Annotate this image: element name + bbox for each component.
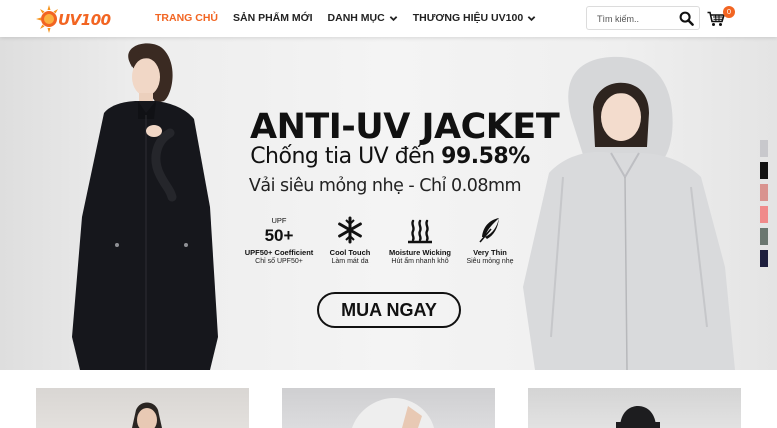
model-black-jacket-image	[72, 43, 218, 370]
hero-subline-value: 99.58%	[441, 144, 530, 169]
nav-home[interactable]: TRANG CHỦ	[155, 12, 218, 24]
search-input[interactable]	[597, 11, 677, 26]
feature-very-thin-desc: Siêu mỏng nhẹ	[466, 258, 514, 265]
product-image-1	[132, 402, 162, 428]
upf-badge-main: 50+	[265, 226, 294, 245]
product-card-3[interactable]	[528, 388, 741, 428]
feature-moisture: Moisture Wicking Hút ẩm nhanh khô	[380, 215, 460, 265]
chevron-down-icon	[527, 15, 536, 21]
feature-upf-desc: Chỉ số UPF50+	[255, 258, 303, 265]
product-image-2	[352, 398, 434, 428]
feather-icon	[479, 218, 499, 243]
color-swatch-1[interactable]	[760, 140, 768, 157]
feature-moisture-desc: Hút ẩm nhanh khô	[391, 258, 449, 265]
feature-moisture-title: Moisture Wicking	[388, 248, 452, 257]
color-swatch-3[interactable]	[760, 184, 768, 201]
product-card-2[interactable]	[282, 388, 495, 428]
product-cards-row	[0, 370, 777, 428]
nav-brand-label: THƯƠNG HIỆU UV100	[412, 12, 524, 24]
hero-thin-line: Vải siêu mỏng nhẹ - Chỉ 0.08mm	[248, 176, 522, 196]
model-white-jacket-image	[523, 56, 735, 370]
chevron-down-icon	[389, 15, 398, 21]
nav-categories[interactable]: DANH MỤC	[328, 12, 398, 24]
feature-very-thin-title: Very Thin	[473, 248, 507, 257]
search-icon[interactable]	[679, 11, 694, 26]
feature-cool-touch-title: Cool Touch	[329, 248, 371, 257]
snowflake-icon	[338, 216, 362, 244]
product-card-1[interactable]	[36, 388, 249, 428]
hero-subline: Chống tia UV đến 99.58%	[240, 144, 540, 169]
product-image-3	[616, 406, 660, 428]
feature-upf: UPF 50+ UPF50+ Coefficient Chỉ số UPF50+	[239, 215, 319, 265]
nav-brand[interactable]: THƯƠNG HIỆU UV100	[413, 12, 536, 24]
hero-banner[interactable]: ANTI-UV JACKET Chống tia UV đến 99.58% V…	[0, 37, 777, 370]
color-swatch-4[interactable]	[760, 206, 768, 223]
site-header: UV100 TRANG CHỦ SẢN PHẨM MỚI DANH MỤC TH…	[0, 0, 777, 37]
main-nav: TRANG CHỦ SẢN PHẨM MỚI DANH MỤC THƯƠNG H…	[155, 12, 551, 24]
cart-count-badge: 0	[723, 6, 735, 18]
feature-cool-touch: Cool Touch Làm mát da	[310, 215, 390, 265]
color-swatch-6[interactable]	[760, 250, 768, 267]
color-swatches	[760, 140, 768, 272]
upf50-icon: UPF 50+	[265, 216, 294, 245]
feature-upf-title: UPF50+ Coefficient	[244, 248, 314, 257]
color-swatch-2[interactable]	[760, 162, 768, 179]
color-swatch-5[interactable]	[760, 228, 768, 245]
feature-very-thin: Very Thin Siêu mỏng nhẹ	[450, 215, 530, 265]
feature-cool-touch-desc: Làm mát da	[331, 258, 369, 265]
upf-badge-top: UPF	[272, 216, 287, 225]
hero-headline: ANTI-UV JACKET	[250, 107, 560, 147]
nav-home-label: TRANG CHỦ	[155, 12, 218, 24]
nav-new-products-label: SẢN PHẨM MỚI	[233, 12, 313, 24]
buy-now-button[interactable]: MUA NGAY	[317, 292, 461, 328]
nav-categories-label: DANH MỤC	[327, 12, 385, 24]
search-box	[586, 6, 700, 30]
nav-new-products[interactable]: SẢN PHẨM MỚI	[233, 12, 313, 24]
moisture-wicking-icon	[408, 219, 432, 244]
hero-subline-prefix: Chống tia UV đến	[250, 144, 442, 169]
brand-logo[interactable]: UV100	[36, 5, 111, 33]
logo-text: UV100	[58, 11, 111, 29]
